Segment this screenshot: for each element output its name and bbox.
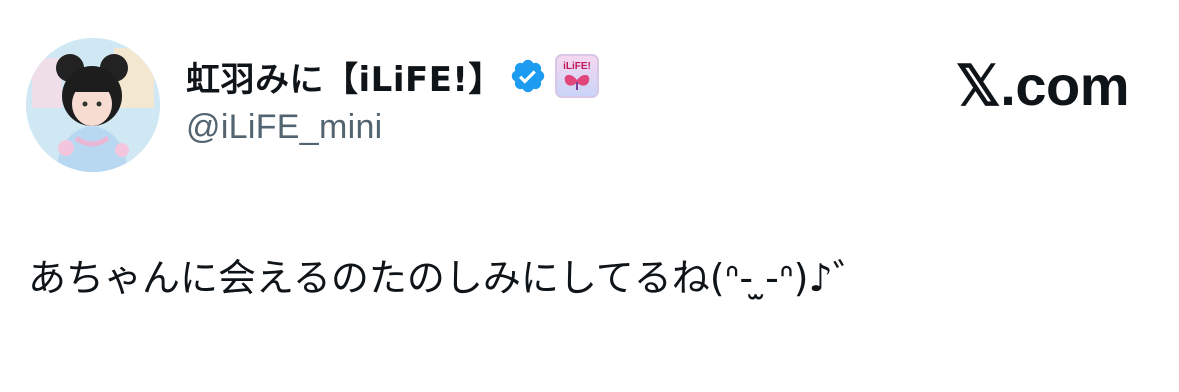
tweet-card: 虹羽みに【iLiFE!】 iLiFE! @iLiFE_mini 𝕏.com あち… xyxy=(0,0,1179,392)
affiliate-badge-icon[interactable]: iLiFE! xyxy=(554,54,599,98)
avatar-image xyxy=(26,38,160,172)
name-row: 虹羽みに【iLiFE!】 iLiFE! xyxy=(186,50,886,102)
x-com-logo[interactable]: 𝕏.com xyxy=(956,58,1130,114)
tweet-header: 虹羽みに【iLiFE!】 iLiFE! @iLiFE_mini xyxy=(186,50,886,147)
user-handle[interactable]: @iLiFE_mini xyxy=(186,108,886,147)
display-name[interactable]: 虹羽みに【iLiFE!】 xyxy=(186,52,503,101)
tweet-text: あちゃんに会えるのたのしみにしてるね(ᐢ- ̫-ᐢ)♪゛ xyxy=(28,256,871,300)
affiliate-badge-label: iLiFE! xyxy=(563,61,591,72)
verified-badge-icon xyxy=(509,57,547,95)
avatar[interactable] xyxy=(26,38,160,172)
